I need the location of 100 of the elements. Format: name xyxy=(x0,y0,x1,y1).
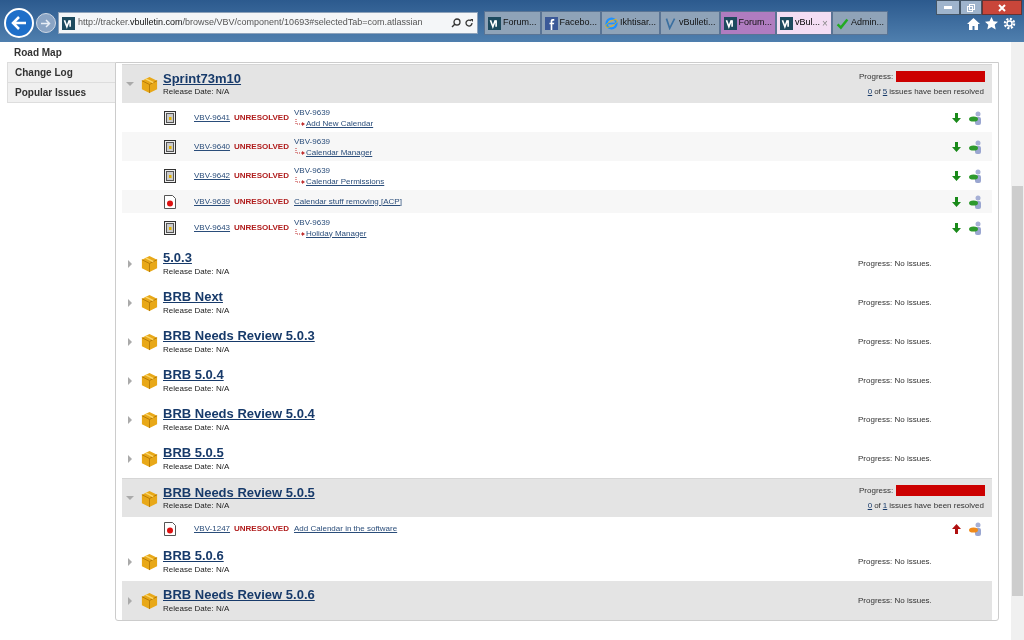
address-bar[interactable]: http://tracker.vbulletin.com/browse/VBV/component/10693#selectedTab=com.atlassian xyxy=(58,12,478,34)
user-icon[interactable] xyxy=(969,110,982,125)
progress-label: Progress: No issues. xyxy=(858,296,932,309)
package-icon xyxy=(140,552,159,571)
down-arrow-icon xyxy=(952,170,961,181)
expand-icon[interactable] xyxy=(126,557,134,566)
resolved-count-link[interactable]: 0 xyxy=(867,85,873,98)
package-icon xyxy=(140,449,159,468)
search-icon[interactable] xyxy=(451,18,461,28)
sidebar-tab[interactable]: Popular Issues xyxy=(7,83,115,103)
issue-summary-link[interactable]: Holiday Manager xyxy=(306,227,367,239)
progress-label: Progress: No issues. xyxy=(858,452,932,465)
version-link[interactable]: BRB Needs Review 5.0.5 xyxy=(163,484,315,502)
maximize-button[interactable] xyxy=(960,0,982,15)
issue-key-link[interactable]: VBV-9642 xyxy=(194,169,234,182)
subtask-arrow-icon xyxy=(294,119,306,127)
expand-icon[interactable] xyxy=(126,298,134,307)
resolved-text: issues have been resolved xyxy=(889,499,984,512)
site-logo-icon xyxy=(723,16,737,30)
total-count-link[interactable]: 5 xyxy=(882,85,888,98)
user-icon[interactable] xyxy=(969,168,982,183)
package-icon xyxy=(140,254,159,273)
sidebar-tab[interactable]: Change Log xyxy=(7,63,115,83)
progress-label: Progress: xyxy=(859,70,894,83)
browser-tab[interactable]: vBul... × xyxy=(776,11,832,35)
version-link[interactable]: BRB Next xyxy=(163,289,230,306)
site-logo-icon xyxy=(664,16,678,30)
version-link[interactable]: BRB Needs Review 5.0.4 xyxy=(163,406,315,423)
total-count-link[interactable]: 1 xyxy=(882,499,888,512)
site-logo-icon xyxy=(62,16,75,30)
user-icon[interactable] xyxy=(969,521,982,536)
expand-icon[interactable] xyxy=(126,376,134,385)
browser-tab[interactable]: Admin... xyxy=(831,11,888,35)
down-arrow-icon xyxy=(952,222,961,233)
version-link[interactable]: BRB Needs Review 5.0.6 xyxy=(163,587,315,604)
issue-summary-link[interactable]: Add New Calendar xyxy=(306,117,374,129)
issue-summary-link[interactable]: Calendar stuff removing [ACP] xyxy=(294,195,402,208)
expand-icon[interactable] xyxy=(126,415,134,424)
progress-label: Progress: No issues. xyxy=(858,374,932,387)
of-text: of xyxy=(874,85,881,98)
release-date: Release Date: N/A xyxy=(163,501,231,512)
scrollbar[interactable] xyxy=(1011,42,1024,640)
release-date: Release Date: N/A xyxy=(163,603,231,614)
browser-tab[interactable]: Facebo... xyxy=(540,11,602,35)
minimize-button[interactable] xyxy=(936,0,960,15)
issue-key-link[interactable]: VBV-9641 xyxy=(194,111,234,124)
version-link[interactable]: BRB 5.0.6 xyxy=(163,548,230,565)
parent-issue-key: VBV-9639 xyxy=(294,135,373,147)
close-button[interactable] xyxy=(982,0,1022,15)
expand-icon[interactable] xyxy=(126,337,134,346)
issue-summary-link[interactable]: Calendar Manager xyxy=(306,146,373,158)
resolved-count-link[interactable]: 0 xyxy=(867,499,873,512)
user-icon[interactable] xyxy=(969,139,982,154)
user-icon[interactable] xyxy=(969,220,982,235)
package-icon xyxy=(140,371,159,390)
issue-summary-link[interactable]: Add Calendar in the software xyxy=(294,522,398,535)
home-icon[interactable] xyxy=(967,16,980,30)
issue-key-link[interactable]: VBV-9643 xyxy=(194,221,234,234)
status-label: UNRESOLVED xyxy=(234,195,290,208)
user-icon[interactable] xyxy=(969,194,982,209)
issue-key-link[interactable]: VBV-1247 xyxy=(194,522,234,535)
subtask-arrow-icon xyxy=(294,229,306,237)
package-icon xyxy=(140,410,159,429)
back-arrow-icon xyxy=(11,16,27,30)
issue-key-link[interactable]: VBV-9639 xyxy=(194,195,234,208)
site-logo-icon xyxy=(488,16,501,30)
version-link[interactable]: Sprint73m10 xyxy=(163,70,242,88)
forward-arrow-icon xyxy=(41,18,51,28)
parent-issue-key: VBV-9639 xyxy=(294,164,385,176)
version-link[interactable]: BRB 5.0.5 xyxy=(163,445,230,462)
settings-icon[interactable] xyxy=(1003,16,1016,30)
version-link[interactable]: BRB Needs Review 5.0.3 xyxy=(163,328,315,345)
issue-key-link[interactable]: VBV-9640 xyxy=(194,140,234,153)
browser-tab[interactable]: Forum... xyxy=(484,11,541,35)
favorites-star-icon[interactable] xyxy=(985,16,998,30)
collapse-icon[interactable] xyxy=(126,80,134,88)
up-arrow-icon xyxy=(952,523,961,534)
version-link[interactable]: 5.0.3 xyxy=(163,250,230,267)
status-label: UNRESOLVED xyxy=(234,169,290,182)
browser-tab[interactable]: vBulleti... xyxy=(660,11,720,35)
package-icon xyxy=(140,591,159,610)
expand-icon[interactable] xyxy=(126,454,134,463)
browser-tab[interactable]: Ikhtisar... xyxy=(601,11,661,35)
down-arrow-icon xyxy=(952,196,961,207)
back-button[interactable] xyxy=(4,8,34,38)
package-icon xyxy=(140,332,159,351)
subtask-icon xyxy=(164,110,176,125)
forward-button[interactable] xyxy=(36,13,56,33)
package-icon xyxy=(140,74,159,94)
release-date: Release Date: N/A xyxy=(163,266,230,277)
version-link[interactable]: BRB 5.0.4 xyxy=(163,367,230,384)
of-text: of xyxy=(874,499,881,512)
scrollbar-thumb[interactable] xyxy=(1012,186,1023,596)
issue-summary-link[interactable]: Calendar Permissions xyxy=(306,175,385,187)
refresh-icon[interactable] xyxy=(464,18,474,28)
expand-icon[interactable] xyxy=(126,596,134,605)
expand-icon[interactable] xyxy=(126,259,134,268)
browser-tab[interactable]: Forum... xyxy=(719,11,777,35)
progress-label: Progress: xyxy=(859,484,894,497)
collapse-icon[interactable] xyxy=(126,494,134,502)
